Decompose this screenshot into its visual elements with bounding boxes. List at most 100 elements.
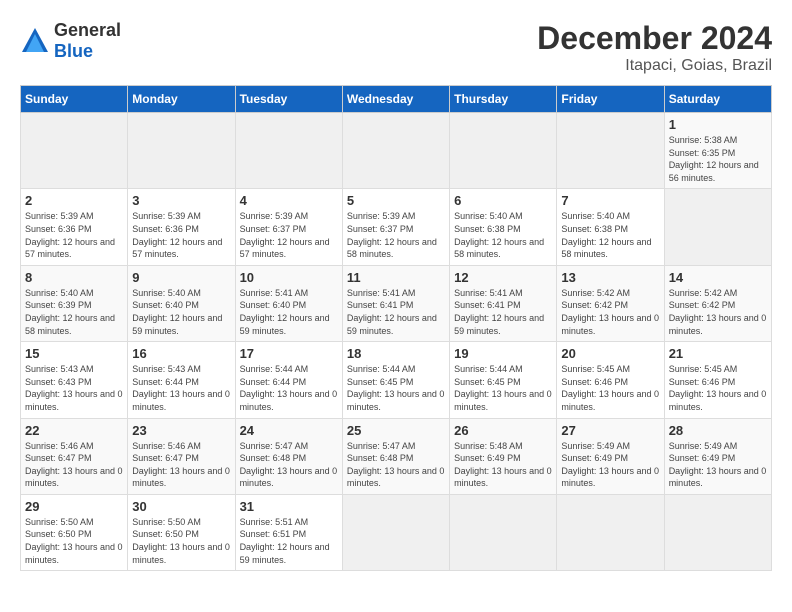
empty-cell bbox=[342, 494, 449, 570]
day-info: Sunrise: 5:50 AMSunset: 6:50 PMDaylight:… bbox=[25, 516, 123, 566]
day-info: Sunrise: 5:49 AMSunset: 6:49 PMDaylight:… bbox=[561, 440, 659, 490]
day-cell-12: 12 Sunrise: 5:41 AMSunset: 6:41 PMDaylig… bbox=[450, 265, 557, 341]
calendar-week-6: 29 Sunrise: 5:50 AMSunset: 6:50 PMDaylig… bbox=[21, 494, 772, 570]
day-info: Sunrise: 5:51 AMSunset: 6:51 PMDaylight:… bbox=[240, 516, 338, 566]
day-info: Sunrise: 5:39 AMSunset: 6:37 PMDaylight:… bbox=[347, 210, 445, 260]
day-cell-31: 31 Sunrise: 5:51 AMSunset: 6:51 PMDaylig… bbox=[235, 494, 342, 570]
day-cell-16: 16 Sunrise: 5:43 AMSunset: 6:44 PMDaylig… bbox=[128, 342, 235, 418]
location-title: Itapaci, Goias, Brazil bbox=[537, 57, 772, 75]
day-cell-6: 6 Sunrise: 5:40 AMSunset: 6:38 PMDayligh… bbox=[450, 189, 557, 265]
day-number: 12 bbox=[454, 270, 552, 285]
empty-cell bbox=[128, 113, 235, 189]
day-number: 28 bbox=[669, 423, 767, 438]
day-info: Sunrise: 5:49 AMSunset: 6:49 PMDaylight:… bbox=[669, 440, 767, 490]
logo-general: General bbox=[54, 20, 121, 40]
day-number: 24 bbox=[240, 423, 338, 438]
day-cell-5: 5 Sunrise: 5:39 AMSunset: 6:37 PMDayligh… bbox=[342, 189, 449, 265]
day-number: 26 bbox=[454, 423, 552, 438]
day-number: 21 bbox=[669, 346, 767, 361]
empty-cell bbox=[450, 494, 557, 570]
day-info: Sunrise: 5:47 AMSunset: 6:48 PMDaylight:… bbox=[347, 440, 445, 490]
day-info: Sunrise: 5:46 AMSunset: 6:47 PMDaylight:… bbox=[132, 440, 230, 490]
day-cell-3: 3 Sunrise: 5:39 AMSunset: 6:36 PMDayligh… bbox=[128, 189, 235, 265]
day-number: 23 bbox=[132, 423, 230, 438]
empty-cell bbox=[664, 189, 771, 265]
day-number: 27 bbox=[561, 423, 659, 438]
empty-cell bbox=[664, 494, 771, 570]
day-info: Sunrise: 5:43 AMSunset: 6:43 PMDaylight:… bbox=[25, 363, 123, 413]
day-number: 17 bbox=[240, 346, 338, 361]
empty-cell bbox=[450, 113, 557, 189]
day-cell-23: 23 Sunrise: 5:46 AMSunset: 6:47 PMDaylig… bbox=[128, 418, 235, 494]
day-info: Sunrise: 5:44 AMSunset: 6:44 PMDaylight:… bbox=[240, 363, 338, 413]
day-number: 15 bbox=[25, 346, 123, 361]
day-cell-17: 17 Sunrise: 5:44 AMSunset: 6:44 PMDaylig… bbox=[235, 342, 342, 418]
day-cell-24: 24 Sunrise: 5:47 AMSunset: 6:48 PMDaylig… bbox=[235, 418, 342, 494]
calendar: SundayMondayTuesdayWednesdayThursdayFrid… bbox=[20, 85, 772, 571]
day-number: 18 bbox=[347, 346, 445, 361]
calendar-week-2: 2 Sunrise: 5:39 AMSunset: 6:36 PMDayligh… bbox=[21, 189, 772, 265]
day-info: Sunrise: 5:41 AMSunset: 6:41 PMDaylight:… bbox=[454, 287, 552, 337]
empty-cell bbox=[342, 113, 449, 189]
day-number: 19 bbox=[454, 346, 552, 361]
day-number: 30 bbox=[132, 499, 230, 514]
day-cell-19: 19 Sunrise: 5:44 AMSunset: 6:45 PMDaylig… bbox=[450, 342, 557, 418]
day-number: 9 bbox=[132, 270, 230, 285]
day-cell-20: 20 Sunrise: 5:45 AMSunset: 6:46 PMDaylig… bbox=[557, 342, 664, 418]
day-number: 11 bbox=[347, 270, 445, 285]
day-cell-21: 21 Sunrise: 5:45 AMSunset: 6:46 PMDaylig… bbox=[664, 342, 771, 418]
day-cell-15: 15 Sunrise: 5:43 AMSunset: 6:43 PMDaylig… bbox=[21, 342, 128, 418]
day-info: Sunrise: 5:42 AMSunset: 6:42 PMDaylight:… bbox=[669, 287, 767, 337]
calendar-week-5: 22 Sunrise: 5:46 AMSunset: 6:47 PMDaylig… bbox=[21, 418, 772, 494]
header: General Blue December 2024 Itapaci, Goia… bbox=[20, 20, 772, 75]
day-number: 14 bbox=[669, 270, 767, 285]
day-header-wednesday: Wednesday bbox=[342, 86, 449, 113]
day-header-thursday: Thursday bbox=[450, 86, 557, 113]
day-cell-25: 25 Sunrise: 5:47 AMSunset: 6:48 PMDaylig… bbox=[342, 418, 449, 494]
day-number: 5 bbox=[347, 193, 445, 208]
day-info: Sunrise: 5:39 AMSunset: 6:37 PMDaylight:… bbox=[240, 210, 338, 260]
day-number: 6 bbox=[454, 193, 552, 208]
day-cell-4: 4 Sunrise: 5:39 AMSunset: 6:37 PMDayligh… bbox=[235, 189, 342, 265]
day-header-monday: Monday bbox=[128, 86, 235, 113]
day-info: Sunrise: 5:40 AMSunset: 6:40 PMDaylight:… bbox=[132, 287, 230, 337]
day-cell-22: 22 Sunrise: 5:46 AMSunset: 6:47 PMDaylig… bbox=[21, 418, 128, 494]
day-info: Sunrise: 5:44 AMSunset: 6:45 PMDaylight:… bbox=[347, 363, 445, 413]
day-number: 2 bbox=[25, 193, 123, 208]
day-info: Sunrise: 5:43 AMSunset: 6:44 PMDaylight:… bbox=[132, 363, 230, 413]
day-info: Sunrise: 5:45 AMSunset: 6:46 PMDaylight:… bbox=[669, 363, 767, 413]
day-cell-26: 26 Sunrise: 5:48 AMSunset: 6:49 PMDaylig… bbox=[450, 418, 557, 494]
day-number: 10 bbox=[240, 270, 338, 285]
day-number: 13 bbox=[561, 270, 659, 285]
day-cell-2: 2 Sunrise: 5:39 AMSunset: 6:36 PMDayligh… bbox=[21, 189, 128, 265]
day-number: 20 bbox=[561, 346, 659, 361]
day-cell-30: 30 Sunrise: 5:50 AMSunset: 6:50 PMDaylig… bbox=[128, 494, 235, 570]
day-number: 7 bbox=[561, 193, 659, 208]
day-header-tuesday: Tuesday bbox=[235, 86, 342, 113]
day-cell-29: 29 Sunrise: 5:50 AMSunset: 6:50 PMDaylig… bbox=[21, 494, 128, 570]
day-info: Sunrise: 5:39 AMSunset: 6:36 PMDaylight:… bbox=[25, 210, 123, 260]
calendar-week-3: 8 Sunrise: 5:40 AMSunset: 6:39 PMDayligh… bbox=[21, 265, 772, 341]
day-info: Sunrise: 5:44 AMSunset: 6:45 PMDaylight:… bbox=[454, 363, 552, 413]
day-number: 4 bbox=[240, 193, 338, 208]
day-info: Sunrise: 5:47 AMSunset: 6:48 PMDaylight:… bbox=[240, 440, 338, 490]
day-info: Sunrise: 5:40 AMSunset: 6:39 PMDaylight:… bbox=[25, 287, 123, 337]
day-cell-7: 7 Sunrise: 5:40 AMSunset: 6:38 PMDayligh… bbox=[557, 189, 664, 265]
empty-cell bbox=[557, 113, 664, 189]
day-info: Sunrise: 5:45 AMSunset: 6:46 PMDaylight:… bbox=[561, 363, 659, 413]
day-header-saturday: Saturday bbox=[664, 86, 771, 113]
day-cell-10: 10 Sunrise: 5:41 AMSunset: 6:40 PMDaylig… bbox=[235, 265, 342, 341]
day-info: Sunrise: 5:38 AMSunset: 6:35 PMDaylight:… bbox=[669, 134, 767, 184]
day-number: 1 bbox=[669, 117, 767, 132]
day-cell-18: 18 Sunrise: 5:44 AMSunset: 6:45 PMDaylig… bbox=[342, 342, 449, 418]
day-info: Sunrise: 5:40 AMSunset: 6:38 PMDaylight:… bbox=[454, 210, 552, 260]
day-number: 8 bbox=[25, 270, 123, 285]
day-number: 31 bbox=[240, 499, 338, 514]
day-info: Sunrise: 5:41 AMSunset: 6:40 PMDaylight:… bbox=[240, 287, 338, 337]
calendar-week-4: 15 Sunrise: 5:43 AMSunset: 6:43 PMDaylig… bbox=[21, 342, 772, 418]
day-info: Sunrise: 5:41 AMSunset: 6:41 PMDaylight:… bbox=[347, 287, 445, 337]
day-cell-28: 28 Sunrise: 5:49 AMSunset: 6:49 PMDaylig… bbox=[664, 418, 771, 494]
day-cell-1: 1 Sunrise: 5:38 AMSunset: 6:35 PMDayligh… bbox=[664, 113, 771, 189]
day-header-friday: Friday bbox=[557, 86, 664, 113]
day-info: Sunrise: 5:48 AMSunset: 6:49 PMDaylight:… bbox=[454, 440, 552, 490]
